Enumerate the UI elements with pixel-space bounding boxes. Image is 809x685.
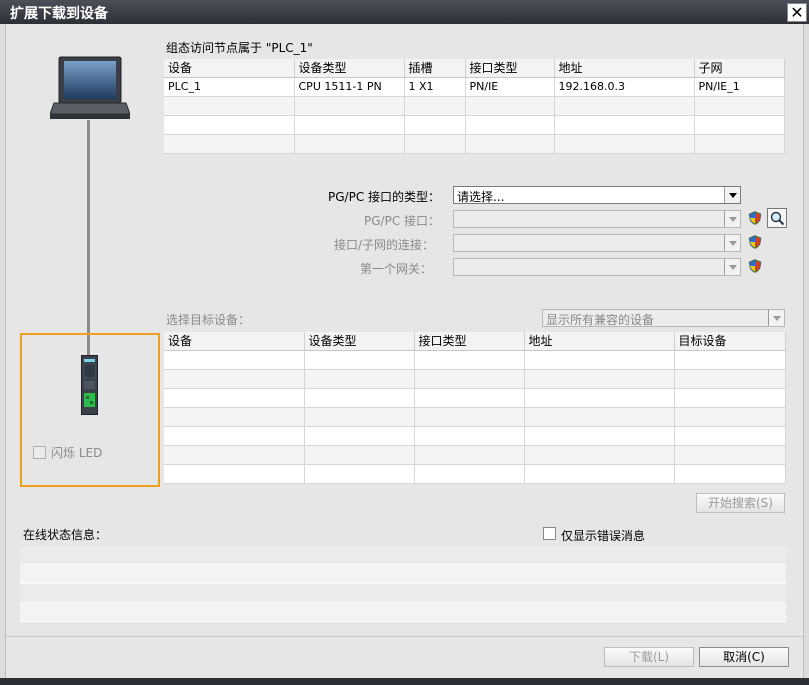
column-header[interactable]: 接口类型 [465, 59, 555, 78]
column-header[interactable]: 插槽 [404, 59, 466, 78]
column-header[interactable]: 目标设备 [674, 332, 786, 351]
laptop-icon [50, 56, 130, 119]
column-header[interactable]: 设备类型 [304, 332, 415, 351]
plc-device-icon [81, 355, 98, 415]
table-row [164, 464, 786, 484]
table-row [164, 96, 785, 116]
pgpc-interface-label: PG/PC 接口： [364, 214, 441, 228]
column-header[interactable]: 设备 [164, 59, 295, 78]
table-row [164, 426, 786, 446]
flash-led-checkbox[interactable] [33, 446, 46, 459]
magnify-icon[interactable] [767, 208, 787, 228]
cell-subnet: PN/IE_1 [694, 77, 785, 97]
pgpc-interface-type-select[interactable]: 请选择... [453, 186, 741, 204]
network-cable [87, 120, 90, 356]
table-row [164, 134, 785, 154]
table-row[interactable]: PLC_1 CPU 1511-1 PN 1 X1 PN/IE 192.168.0… [164, 77, 785, 97]
title-bar: 扩展下载到设备 ✕ [0, 0, 809, 24]
only-errors-checkbox[interactable] [543, 527, 556, 540]
table-row [164, 407, 786, 427]
footer-separator [6, 636, 803, 637]
subnet-connection-select[interactable] [453, 234, 741, 252]
table-header-row: 设备 设备类型 插槽 接口类型 地址 子网 [164, 59, 785, 78]
start-search-button[interactable]: 开始搜索(S) [696, 493, 785, 513]
window-title: 扩展下载到设备 [10, 6, 108, 22]
table-row [164, 115, 785, 135]
list-item [20, 584, 786, 603]
status-message-list [20, 546, 786, 622]
dropdown-arrow-icon[interactable] [768, 310, 784, 326]
table-row [164, 388, 786, 408]
config-node-table: 设备 设备类型 插槽 接口类型 地址 子网 PLC_1 CPU 1511-1 P… [164, 59, 785, 154]
device-filter-select[interactable]: 显示所有兼容的设备 [542, 309, 785, 327]
dropdown-arrow-icon[interactable] [724, 211, 740, 227]
cell-interface-type: PN/IE [465, 77, 555, 97]
shield-icon[interactable] [748, 211, 762, 225]
table-row [164, 369, 786, 389]
selected-value: 请选择... [457, 190, 505, 204]
list-item [20, 546, 786, 565]
cell-address: 192.168.0.3 [554, 77, 695, 97]
only-errors-label: 仅显示错误消息 [561, 529, 646, 543]
column-header[interactable]: 接口类型 [414, 332, 525, 351]
online-status-label: 在线状态信息： [23, 528, 108, 542]
pgpc-interface-type-label: PG/PC 接口的类型： [328, 190, 441, 204]
column-header[interactable]: 地址 [524, 332, 675, 351]
table-header-row: 设备 设备类型 接口类型 地址 目标设备 [164, 332, 786, 351]
download-button[interactable]: 下载(L) [604, 647, 694, 667]
close-icon[interactable]: ✕ [787, 3, 807, 22]
cell-device-type: CPU 1511-1 PN [294, 77, 405, 97]
selected-value: 显示所有兼容的设备 [546, 313, 655, 327]
cell-slot: 1 X1 [404, 77, 466, 97]
cancel-button[interactable]: 取消(C) [699, 647, 789, 667]
window-bottom-edge [0, 678, 809, 685]
column-header[interactable]: 设备 [164, 332, 305, 351]
window-edge-right [803, 24, 809, 684]
column-header[interactable]: 地址 [554, 59, 695, 78]
pgpc-interface-select[interactable] [453, 210, 741, 228]
dropdown-arrow-icon[interactable] [724, 259, 740, 275]
dropdown-arrow-icon[interactable] [724, 235, 740, 251]
shield-icon [748, 235, 762, 249]
dropdown-arrow-icon[interactable] [724, 187, 740, 203]
target-device-table: 设备 设备类型 接口类型 地址 目标设备 [164, 332, 786, 484]
first-gateway-label: 第一个网关： [360, 262, 433, 276]
list-item [20, 603, 786, 622]
list-item [20, 565, 786, 584]
select-target-label: 选择目标设备： [166, 313, 251, 327]
flash-led-label: 闪烁 LED [51, 446, 103, 460]
table-row [164, 350, 786, 370]
column-header[interactable]: 设备类型 [294, 59, 405, 78]
cell-device: PLC_1 [164, 77, 295, 97]
column-header[interactable]: 子网 [694, 59, 785, 78]
first-gateway-select[interactable] [453, 258, 741, 276]
config-section-heading: 组态访问节点属于 "PLC_1" [166, 41, 313, 55]
subnet-connection-label: 接口/子网的连接： [334, 238, 435, 252]
table-row [164, 445, 786, 465]
shield-icon [748, 259, 762, 273]
